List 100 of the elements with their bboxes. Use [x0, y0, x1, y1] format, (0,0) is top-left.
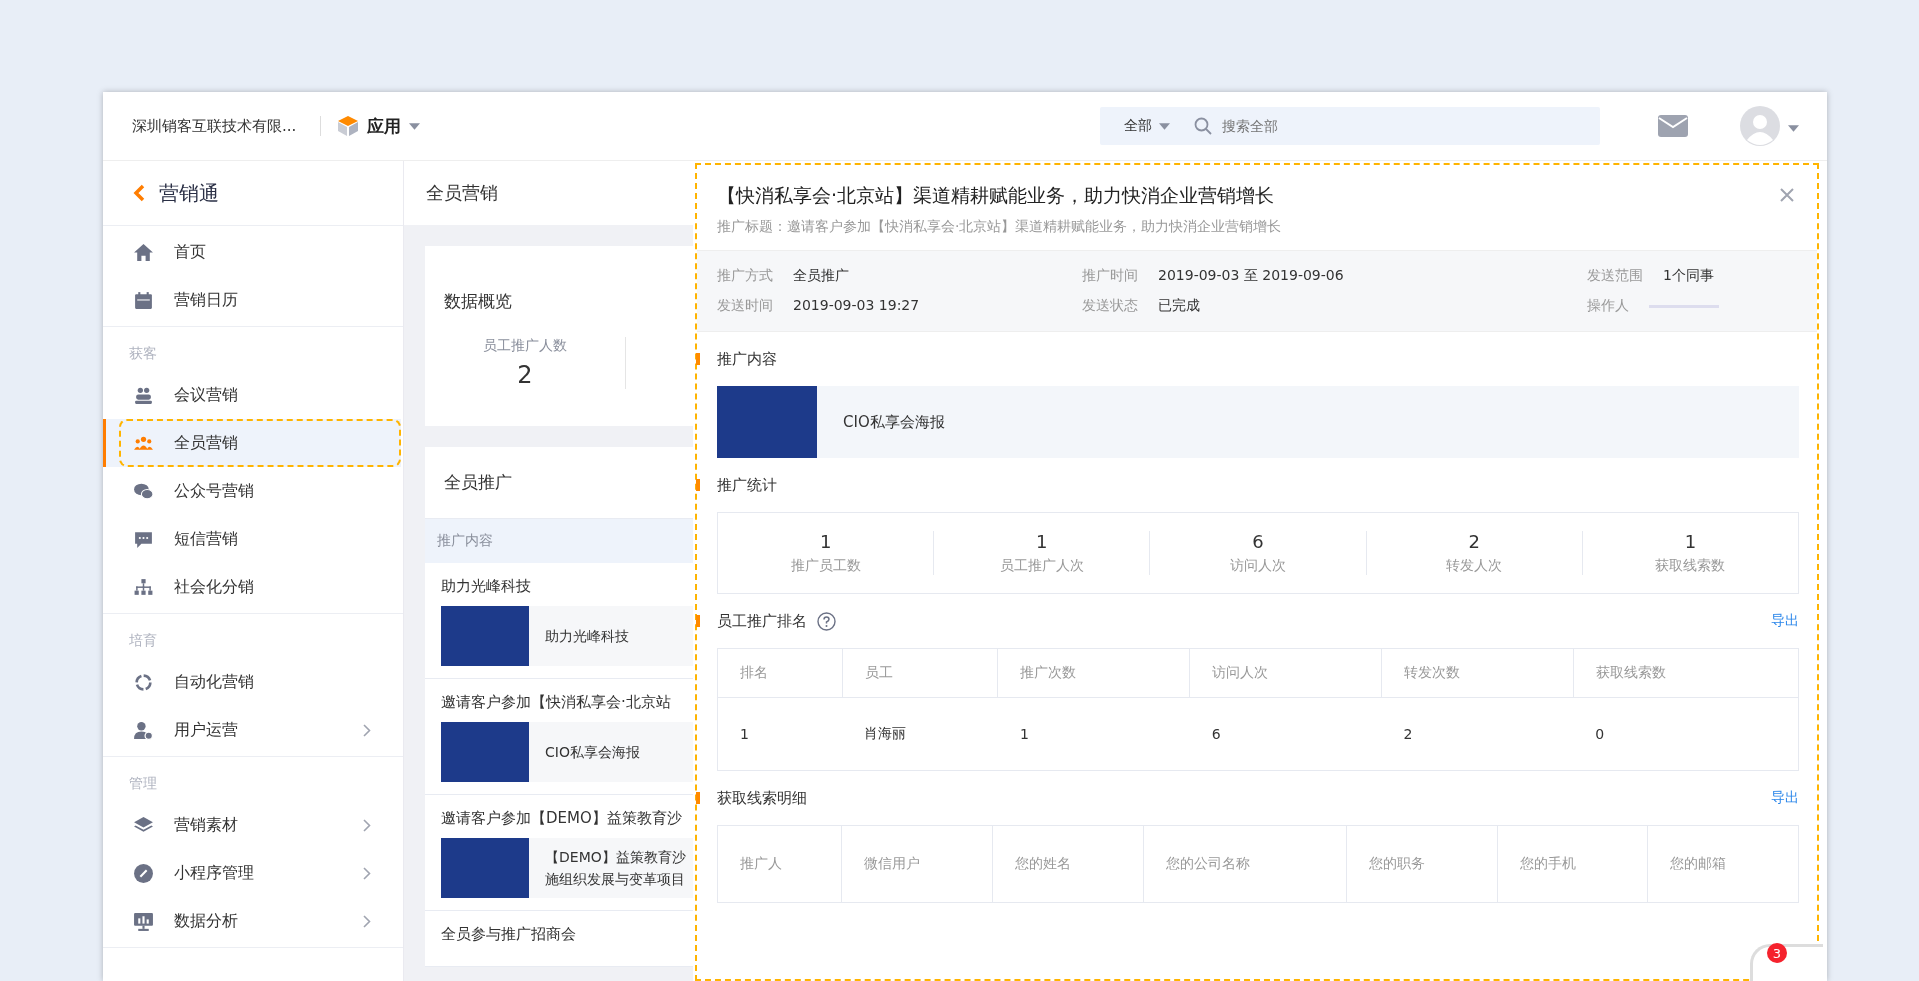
field-value: 1个同事 [1663, 267, 1714, 285]
promotion-title[interactable]: 全员参与推广招商会 [441, 925, 693, 944]
promotion-title[interactable]: 邀请客户参加【快消私享会·北京站 [441, 693, 693, 712]
stat-value: 1 [1036, 531, 1048, 552]
user-icon [133, 719, 154, 741]
cube-icon [337, 115, 360, 137]
section-heading: 推广统计 [717, 475, 777, 495]
table-cell: 6 [1189, 697, 1382, 771]
field-label: 发送状态 [1082, 297, 1138, 315]
page-title: 全员营销 [404, 161, 693, 225]
field-value: 2019-09-03 19:27 [793, 297, 920, 315]
sidebar-item[interactable]: 社会化分销 [103, 563, 401, 611]
section-heading: 员工推广排名 [717, 611, 807, 631]
notification-badge: 3 [1767, 943, 1787, 963]
chat-button[interactable]: 3 [1750, 944, 1823, 981]
content-label: CIO私享会海报 [843, 412, 945, 432]
stat-label: 员工推广人数 [483, 337, 567, 355]
search-icon [1194, 117, 1212, 135]
sidebar-item[interactable]: 营销素材 [103, 801, 401, 849]
table-cell: 肖海丽 [842, 697, 998, 771]
back-icon[interactable] [133, 184, 145, 202]
promotion-title[interactable]: 助力光峰科技 [441, 577, 693, 596]
content-label: 助力光峰科技 [545, 627, 629, 646]
help-icon[interactable] [817, 611, 836, 631]
field-label: 推广方式 [717, 267, 773, 285]
section-heading: 培育 [128, 631, 158, 650]
column-header: 转发次数 [1381, 648, 1574, 698]
card-title: 数据概览 [443, 290, 513, 313]
field-value: 2019-09-03 至 2019-09-06 [1158, 267, 1344, 285]
column-header: 您的姓名 [992, 825, 1144, 903]
column-header: 您的职务 [1346, 825, 1498, 903]
stat-label: 访问人次 [1230, 557, 1286, 575]
section-heading: 获取线索明细 [717, 788, 807, 808]
table-cell: 1 [717, 697, 843, 771]
field-value: 已完成 [1158, 297, 1200, 315]
tree-icon [133, 576, 154, 598]
drawer-title: 【快消私享会·北京站】渠道精耕赋能业务，助力快消企业营销增长 [717, 183, 1276, 208]
sidebar-item[interactable]: 小程序管理 [103, 849, 401, 897]
field-label: 发送范围 [1587, 267, 1643, 285]
column-header: 微信用户 [841, 825, 993, 903]
scope-dropdown[interactable]: 全部 [1100, 117, 1194, 135]
sidebar-item[interactable]: 首页 [103, 228, 401, 276]
column-header: 您的公司名称 [1143, 825, 1347, 903]
caret-icon [1788, 124, 1799, 132]
home-icon [133, 241, 154, 263]
close-icon[interactable] [1779, 187, 1795, 203]
promotion-title[interactable]: 邀请客户参加【DEMO】益策教育沙 [441, 809, 693, 828]
section-heading: 推广内容 [717, 349, 777, 369]
table-cell: 2 [1381, 697, 1574, 771]
column-header: 员工 [842, 648, 998, 698]
avatar-icon[interactable] [1740, 106, 1780, 146]
card-title: 全员推广 [443, 471, 513, 494]
company-name: 深圳销客互联技术有限... [132, 116, 297, 136]
column-header: 排名 [717, 648, 843, 698]
caret-icon [409, 122, 421, 130]
sidebar-item[interactable]: 营销日历 [103, 276, 401, 324]
screen-icon [133, 910, 154, 932]
stat-label: 获取线索数 [1655, 557, 1726, 575]
drawer-subtitle: 推广标题：邀请客户参加【快消私享会·北京站】渠道精耕赋能业务，助力快消企业营销增长 [717, 218, 1283, 236]
column-header: 您的邮箱 [1647, 825, 1799, 903]
field-label: 操作人 [1587, 297, 1629, 315]
column-header: 推广人 [717, 825, 842, 903]
export-link[interactable]: 导出 [1771, 612, 1799, 630]
stat-label: 推广员工数 [790, 557, 861, 575]
stat-value: 6 [1252, 531, 1264, 552]
field-label: 发送时间 [717, 297, 773, 315]
app-menu[interactable]: 应用 [367, 114, 402, 138]
mail-icon[interactable] [1658, 115, 1688, 137]
column-header: 推广内容 [425, 518, 693, 563]
export-link[interactable]: 导出 [1771, 789, 1799, 807]
column-header: 访问人次 [1189, 648, 1382, 698]
stat-value: 2 [1468, 531, 1480, 552]
sidebar-item[interactable]: 自动化营销 [103, 658, 401, 706]
content-label: CIO私享会海报 [545, 743, 640, 762]
table-cell: 0 [1573, 697, 1799, 771]
sidebar-item[interactable]: 公众号营销 [103, 467, 401, 515]
column-header: 获取线索数 [1573, 648, 1799, 698]
stat-label: 转发人次 [1446, 557, 1503, 575]
stat-label: 员工推广人次 [999, 557, 1084, 575]
column-header: 您的手机 [1497, 825, 1648, 903]
stat-value: 1 [1684, 531, 1697, 552]
cycle-icon [133, 671, 154, 693]
sidebar-item[interactable]: 用户运营 [103, 706, 401, 754]
section-heading: 管理 [128, 774, 158, 793]
sidebar-item[interactable]: 会议营销 [103, 371, 401, 419]
field-label: 推广时间 [1082, 267, 1138, 285]
section-heading: 获客 [128, 344, 158, 363]
sidebar-title: 营销通 [159, 179, 219, 207]
field-value: 全员推广 [793, 267, 849, 285]
sidebar-item[interactable]: 全员营销 [103, 419, 401, 467]
caret-icon [1159, 122, 1170, 130]
stat-value: 2 [517, 361, 533, 389]
sidebar-item[interactable]: 短信营销 [103, 515, 401, 563]
table-cell: 1 [997, 697, 1190, 771]
content-label: 【DEMO】益策教育沙 施组织发展与变革项目 [545, 848, 686, 889]
sidebar-item[interactable]: 数据分析 [103, 897, 401, 945]
column-header: 推广次数 [997, 648, 1190, 698]
stat-value: 1 [819, 531, 832, 552]
calendar-icon [133, 289, 154, 311]
search-field[interactable]: 全部 搜索全部 [1100, 107, 1600, 145]
